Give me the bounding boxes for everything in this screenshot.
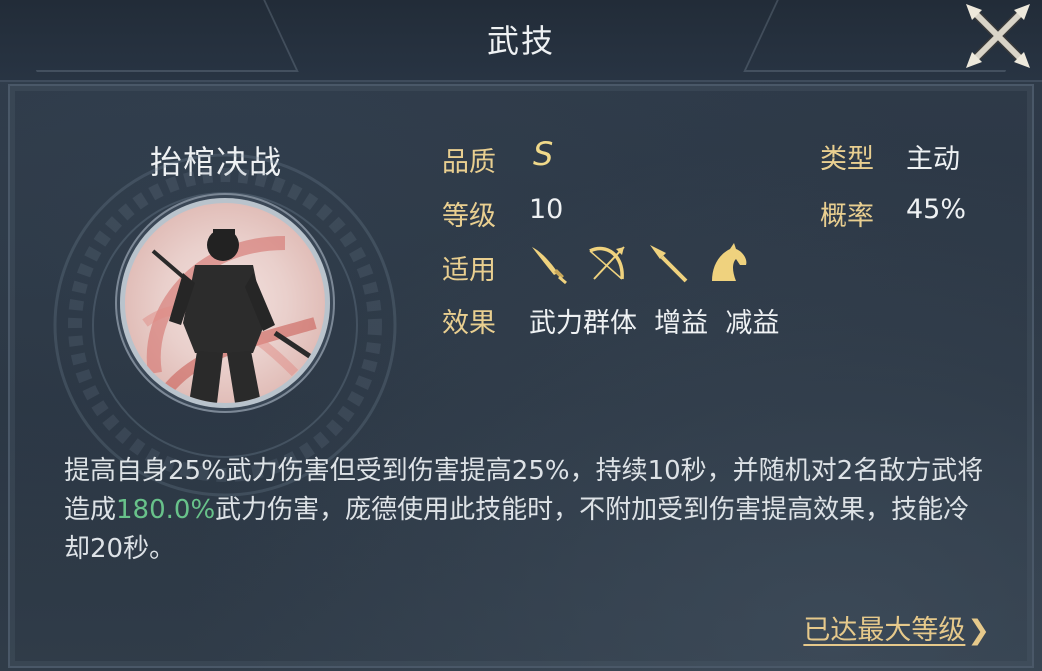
effect-value: 武力群体 增益 减益 (529, 308, 780, 339)
type-value: 主动 (906, 144, 960, 175)
effect-label: 效果 (442, 308, 496, 339)
horse-icon (706, 241, 750, 285)
warrior-figure-icon (142, 229, 322, 403)
spear-icon (646, 241, 690, 285)
damage-percent-highlight: 180.0% (116, 495, 216, 525)
level-label: 等级 (442, 201, 496, 232)
sword-icon (526, 241, 570, 285)
close-button[interactable] (962, 0, 1034, 72)
max-level-link[interactable]: 已达最大等级❯ (803, 608, 990, 647)
quality-value: S (533, 135, 554, 173)
max-level-label: 已达最大等级 (803, 615, 966, 646)
chance-value: 45% (906, 194, 967, 225)
header-bar: 武技 (0, 0, 1042, 82)
type-label: 类型 (820, 144, 874, 175)
skill-description: 提高自身25%武力伤害但受到伤害提高25%，持续10秒，并随机对2名敌方武将造成… (64, 452, 984, 569)
chevron-right-icon: ❯ (967, 615, 990, 646)
quality-label: 品质 (442, 147, 496, 178)
applicable-label: 适用 (442, 255, 496, 286)
bow-icon (586, 241, 630, 285)
page-title: 武技 (486, 22, 555, 60)
skill-portrait (120, 198, 330, 408)
close-icon (966, 4, 1030, 68)
chance-label: 概率 (820, 201, 874, 232)
level-value: 10 (529, 194, 564, 225)
